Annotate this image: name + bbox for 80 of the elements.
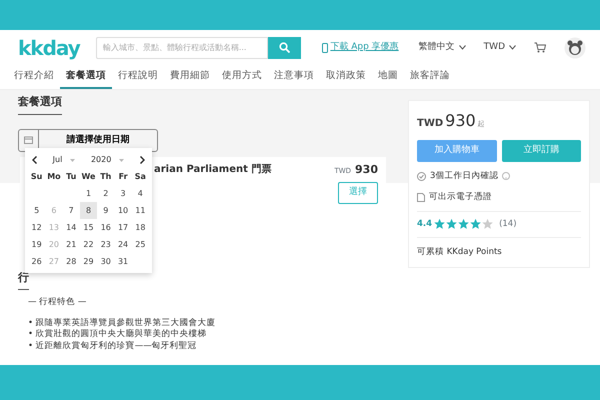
weekday-label: Tu [65,171,78,183]
calendar-day[interactable]: 30 [97,253,114,270]
nav-tab[interactable]: 套餐選項 [60,65,112,89]
search-field[interactable]: 輸入城市、景點、體驗行程或活動名稱... [96,36,268,58]
weekday-label: Fr [118,171,129,183]
section-heading: 套餐選項 [18,94,62,114]
weekday-label: Sa [134,171,147,183]
calendar-day[interactable]: 22 [80,236,98,253]
check-circle-icon [417,172,426,181]
nav-tab[interactable]: 費用細節 [164,65,216,89]
points-note: 可累積 KKday Points [417,237,581,259]
language-dropdown[interactable]: 繁體中文 [418,40,466,54]
calendar-icon [24,136,33,144]
review-count[interactable]: (14) [499,218,517,230]
calendar-day[interactable]: 19 [28,236,46,253]
section-heading: 行 [18,270,29,290]
calendar-day: 6 [45,202,63,219]
calendar-day[interactable]: 2 [97,185,114,202]
calendar-day[interactable]: 23 [97,236,114,253]
calendar-day[interactable]: 21 [62,236,80,253]
calendar-day[interactable]: 15 [80,219,98,236]
weekday-label: We [80,171,96,183]
feature-item: • 欣賞壯觀的圓頂中央大廳與華美的中央樓梯 [28,329,208,340]
phone-icon [322,42,328,52]
calendar-day[interactable]: 17 [114,219,132,236]
calendar-day[interactable]: 28 [62,253,80,270]
calendar-day[interactable]: 7 [62,202,80,219]
weekday-label: Th [99,171,112,183]
chevron-right-icon[interactable] [140,156,145,164]
nav-tab[interactable]: 取消政策 [320,65,372,89]
currency-label: TWD [417,117,444,131]
month-select[interactable]: Jul [52,154,76,166]
feature-subtitle: — 行程特色 — [28,296,88,309]
calendar-day[interactable]: 4 [132,185,149,202]
caret-icon [119,158,124,162]
caret-icon [458,45,466,50]
calendar-day[interactable]: 29 [80,253,98,270]
package-title: arian Parliament 門票 [154,162,272,176]
caret-icon [70,158,76,162]
weekday-label: Mo [46,171,62,183]
calendar-day[interactable]: 11 [132,202,149,219]
price: 930 [445,110,476,132]
nav-tab[interactable]: 地圖 [372,65,404,89]
avatar-icon[interactable] [564,36,586,58]
calendar-day[interactable]: 25 [132,236,149,253]
calendar-day[interactable]: 31 [114,253,132,270]
calendar-day: 20 [45,236,63,253]
calendar-day: 27 [45,253,63,270]
year-select[interactable]: 2020 [90,154,124,166]
document-icon [417,192,425,202]
feature-text: 可出示電子憑證 [429,190,492,204]
rating-value: 4.4 [417,218,432,230]
calendar-day[interactable]: 5 [28,202,46,219]
calendar-day[interactable]: 3 [114,185,132,202]
calendar-day[interactable]: 9 [97,202,114,219]
calendar-day[interactable]: 26 [28,253,46,270]
nav-tab[interactable]: 行程介紹 [8,65,60,89]
nav-tab[interactable]: 行程說明 [112,65,164,89]
search-icon [278,42,290,53]
nav-tab[interactable]: 使用方式 [216,65,268,89]
calendar-day[interactable]: 14 [62,219,80,236]
chevron-left-icon[interactable] [32,156,37,164]
feature-item: • 近距離欣賞匈牙利的珍寶——匈牙利聖冠 [28,340,198,352]
cart-icon[interactable] [534,42,546,53]
caret-icon [509,45,516,50]
feature-text: 3個工作日內確認 [430,170,498,183]
calendar-day[interactable]: 8 [80,202,98,219]
currency-dropdown[interactable]: TWD [484,40,516,54]
nav-tab[interactable]: 旅客評論 [404,65,456,89]
calendar-day: 13 [45,219,63,236]
package-price: 930 [355,162,378,178]
weekday-label: Su [30,171,44,183]
calendar-day[interactable]: 10 [114,202,132,219]
feature-item: • 跟隨專業英語導覽員參觀世界第三大國會大廈 [28,318,217,328]
calendar-day[interactable]: 12 [28,219,46,236]
calendar-day[interactable]: 16 [97,219,114,236]
calendar-day[interactable]: 1 [80,185,98,202]
calendar-day[interactable]: 18 [132,219,149,236]
calendar-day[interactable]: 24 [114,236,132,253]
nav-tab[interactable]: 注意事項 [268,65,320,89]
